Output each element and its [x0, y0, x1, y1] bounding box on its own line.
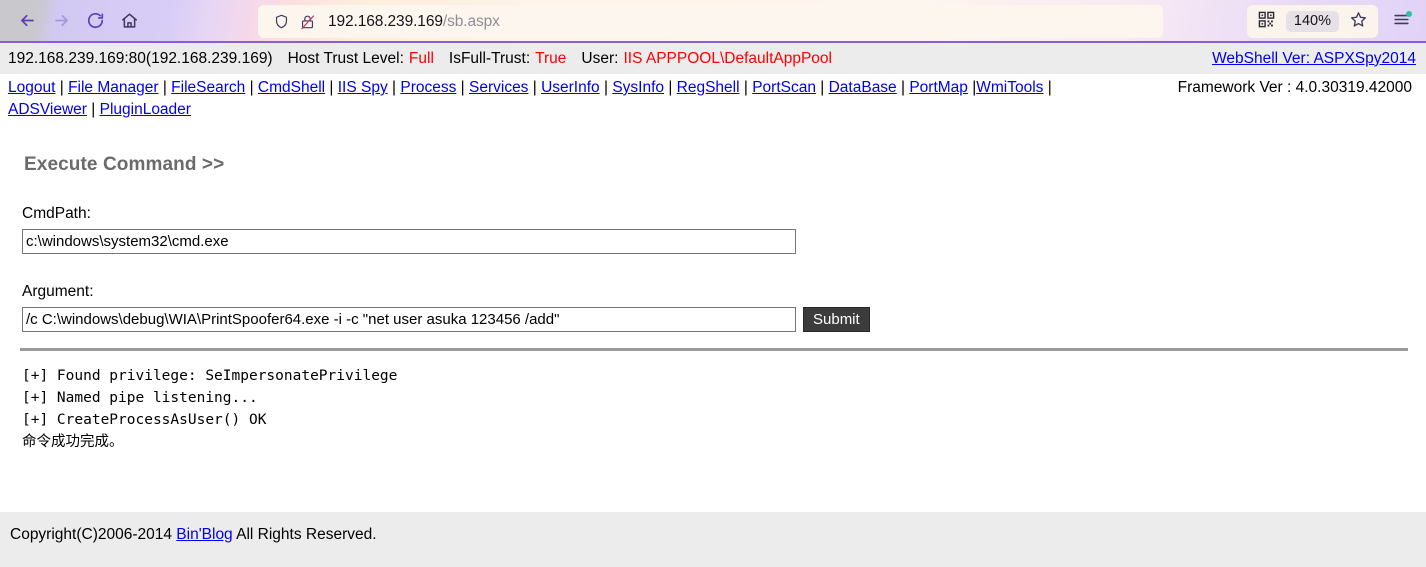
argument-input[interactable]: [22, 307, 796, 332]
forward-button[interactable]: [44, 4, 78, 38]
app-menu-button[interactable]: [1384, 5, 1418, 39]
star-icon: [1349, 10, 1368, 34]
browser-toolbar: 192.168.239.169/sb.aspx 140%: [0, 0, 1426, 43]
nav-item-adsviewer[interactable]: ADSViewer: [8, 101, 87, 118]
back-button[interactable]: [10, 4, 44, 38]
argument-label: Argument:: [22, 283, 94, 300]
reload-button[interactable]: [78, 4, 112, 38]
url-path: /sb.aspx: [442, 12, 500, 30]
nav-item-database[interactable]: DataBase: [829, 79, 897, 96]
server-info-bar: 192.168.239.169:80(192.168.239.169) Host…: [0, 43, 1426, 74]
address-bar-actions: 140%: [1246, 5, 1378, 38]
nav-item-userinfo[interactable]: UserInfo: [541, 79, 600, 96]
binblog-link[interactable]: Bin'Blog: [176, 526, 232, 543]
page-body: 192.168.239.169:80(192.168.239.169) Host…: [0, 43, 1426, 567]
qr-code-button[interactable]: [1251, 6, 1283, 38]
bookmark-button[interactable]: [1342, 6, 1374, 38]
nav-item-process[interactable]: Process: [400, 79, 456, 96]
toolbar-right-controls: 140%: [1246, 4, 1418, 39]
nav-item-pluginloader[interactable]: PluginLoader: [100, 101, 191, 118]
navigation-buttons: [10, 4, 146, 38]
zoom-level-badge[interactable]: 140%: [1285, 10, 1339, 33]
menu-notification-dot: [1406, 10, 1412, 17]
shield-icon[interactable]: [268, 13, 294, 30]
host-trust-level-label: Host Trust Level:: [287, 49, 404, 67]
footer-text: Copyright(C)2006-2014 Bin'Blog All Right…: [0, 512, 1426, 544]
nav-item-regshell[interactable]: RegShell: [677, 79, 740, 96]
server-address: 192.168.239.169:80(192.168.239.169): [8, 49, 273, 67]
nav-item-iis-spy[interactable]: IIS Spy: [338, 79, 388, 96]
url-host: 192.168.239.169: [328, 12, 443, 30]
user-value: IIS APPPOOL\DefaultAppPool: [623, 49, 832, 67]
nav-item-logout[interactable]: Logout: [8, 79, 55, 96]
cmdpath-label: CmdPath:: [22, 205, 91, 222]
webshell-version-link[interactable]: WebShell Ver: ASPXSpy2014: [1212, 50, 1416, 68]
nav-item-wmitools[interactable]: WmiTools: [976, 79, 1043, 96]
section-title: Execute Command >>: [24, 154, 225, 175]
argument-row: Submit: [22, 307, 1426, 332]
address-bar[interactable]: 192.168.239.169/sb.aspx: [258, 5, 1163, 38]
submit-button[interactable]: Submit: [803, 307, 870, 332]
nav-item-portscan[interactable]: PortScan: [752, 79, 816, 96]
copyright-prefix: Copyright(C)2006-2014: [10, 526, 177, 543]
nav-item-sysinfo[interactable]: SysInfo: [612, 79, 664, 96]
back-arrow-icon: [18, 11, 37, 30]
lock-crossed-icon[interactable]: [294, 13, 320, 31]
cmdpath-row: [22, 229, 1426, 254]
cmdpath-input[interactable]: [22, 229, 796, 254]
qr-code-icon: [1258, 11, 1275, 33]
page-footer: Copyright(C)2006-2014 Bin'Blog All Right…: [0, 512, 1426, 567]
nav-item-services[interactable]: Services: [469, 79, 528, 96]
main-content: Execute Command >> CmdPath: Argument: Su…: [0, 154, 1426, 453]
main-nav: Logout | File Manager | FileSearch | Cmd…: [0, 74, 1426, 124]
framework-version: Framework Ver : 4.0.30319.42000: [1177, 79, 1412, 96]
command-output: [+] Found privilege: SeImpersonatePrivil…: [22, 368, 398, 450]
nav-item-portmap[interactable]: PortMap: [909, 79, 968, 96]
forward-arrow-icon: [52, 11, 71, 30]
host-trust-level-value: Full: [408, 49, 434, 67]
content-divider: [20, 348, 1408, 351]
isfull-trust-label: IsFull-Trust:: [448, 49, 531, 67]
reload-icon: [86, 11, 105, 30]
nav-item-cmdshell[interactable]: CmdShell: [258, 79, 325, 96]
url-text: 192.168.239.169/sb.aspx: [328, 13, 500, 31]
nav-item-file-manager[interactable]: File Manager: [68, 79, 158, 96]
user-label: User:: [581, 49, 619, 67]
home-icon: [120, 11, 139, 30]
home-button[interactable]: [112, 4, 146, 38]
copyright-suffix: All Rights Reserved.: [232, 526, 377, 543]
nav-item-filesearch[interactable]: FileSearch: [171, 79, 245, 96]
isfull-trust-value: True: [535, 49, 567, 67]
